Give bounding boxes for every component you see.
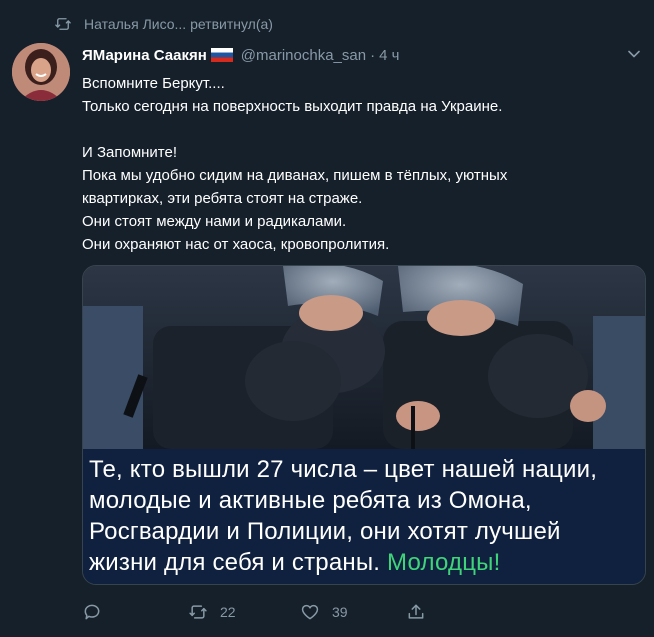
caption-line-text: жизни для себя и страны.: [89, 549, 381, 576]
caption-line: Росгвардии и Полиции, они хотят лучшей: [89, 518, 561, 545]
tweet-timestamp[interactable]: 4 ч: [379, 47, 399, 64]
retweet-count: 22: [220, 604, 236, 620]
tweet-text: Вспомните Беркут.... Только сегодня на п…: [82, 72, 622, 256]
reply-button[interactable]: [82, 600, 114, 624]
separator-dot: ·: [370, 46, 376, 64]
russian-flag-icon: [210, 48, 233, 62]
retweet-icon: [55, 18, 71, 30]
retweet-button[interactable]: 22: [188, 600, 236, 624]
heart-icon: [301, 604, 319, 620]
retweet-icon: [189, 605, 207, 619]
tweet-actions: 22 39: [82, 600, 642, 624]
author-name[interactable]: ЯМарина Саакян: [82, 47, 207, 64]
retweet-label[interactable]: Наталья Лисо... ретвитнул(а): [84, 16, 273, 32]
caption-line: Те, кто вышли 27 числа – цвет нашей наци…: [89, 456, 598, 483]
tweet-line: квартирках, эти ребята стоят на страже.: [82, 190, 363, 207]
tweet-line: И Запомните!: [82, 144, 178, 161]
author-handle[interactable]: @marinochka_san: [241, 47, 366, 64]
like-button[interactable]: 39: [300, 600, 348, 624]
reply-icon: [84, 604, 100, 620]
share-button[interactable]: [406, 600, 426, 624]
tweet-media-image[interactable]: Те, кто вышли 27 числа – цвет нашей наци…: [82, 265, 646, 585]
like-count: 39: [332, 604, 348, 620]
share-icon: [408, 604, 424, 619]
tweet-line: Они стоят между нами и радикалами.: [82, 213, 347, 230]
chevron-down-icon[interactable]: [626, 46, 642, 62]
caption-line: жизни для себя и страны. Молодцы!: [89, 547, 645, 578]
tweet-line: Только сегодня на поверхность выходит пр…: [82, 98, 503, 115]
tweet-line: Пока мы удобно сидим на диванах, пишем в…: [82, 167, 508, 184]
avatar[interactable]: [12, 43, 70, 101]
tweet-line: Вспомните Беркут....: [82, 75, 225, 92]
tweet[interactable]: Наталья Лисо... ретвитнул(а) ЯМарина Саа…: [0, 0, 654, 637]
tweet-header: ЯМарина Саакян @marinochka_san · 4 ч: [82, 44, 399, 66]
media-caption: Те, кто вышли 27 числа – цвет нашей наци…: [89, 454, 645, 578]
caption-line: молодые и активные ребята из Омона,: [89, 487, 532, 514]
riot-police-photo: [83, 266, 645, 449]
caption-highlight: Молодцы!: [387, 549, 501, 576]
retweet-context: Наталья Лисо... ретвитнул(а): [54, 15, 273, 33]
tweet-line: Они охраняют нас от хаоса, кровопролития…: [82, 236, 390, 253]
